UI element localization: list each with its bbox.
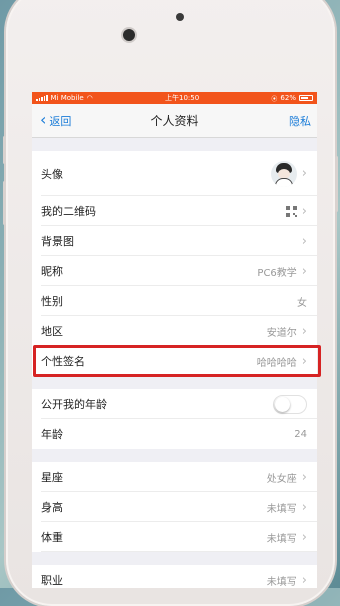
zodiac-value: 处女座 xyxy=(266,473,297,485)
region-label: 地区 xyxy=(41,325,63,338)
battery-icon xyxy=(298,95,313,101)
wifi-icon: ◠ xyxy=(86,94,93,102)
side-button xyxy=(335,156,338,212)
avatar xyxy=(270,160,297,187)
gender-value: 女 xyxy=(297,297,307,309)
height-label: 身高 xyxy=(41,501,63,514)
zodiac-label: 星座 xyxy=(41,471,63,484)
app-screen: Mi Mobile ◠ 上午10:50 ⦿ 62% ‹ 返回 个人资料 隐私 头… xyxy=(32,92,317,588)
chevron-right-icon: › xyxy=(301,469,307,485)
page-title: 个人资料 xyxy=(150,114,199,128)
zodiac-row[interactable]: 星座 处女座 › xyxy=(32,462,317,492)
speaker-dot xyxy=(176,13,184,21)
signature-value: 哈哈哈哈 xyxy=(256,357,297,369)
region-row[interactable]: 地区 安道尔 › xyxy=(32,316,317,346)
carrier-name: Mi Mobile xyxy=(50,94,84,102)
chevron-right-icon: › xyxy=(301,263,307,279)
weight-row[interactable]: 体重 未填写 › xyxy=(32,522,317,552)
chevron-right-icon: › xyxy=(301,203,307,219)
chevron-right-icon: › xyxy=(301,499,307,515)
avatar-label: 头像 xyxy=(41,167,63,181)
back-label: 返回 xyxy=(49,114,72,128)
public-age-toggle[interactable] xyxy=(273,394,307,414)
background-row[interactable]: 背景图 › xyxy=(32,226,317,256)
public-age-label: 公开我的年龄 xyxy=(41,398,107,411)
signature-row[interactable]: 个性签名 哈哈哈哈 › xyxy=(32,346,317,376)
gender-row[interactable]: 性别 女 xyxy=(32,286,317,316)
chevron-right-icon: › xyxy=(301,233,307,249)
chevron-right-icon: › xyxy=(301,353,307,369)
job-value: 未填写 xyxy=(266,576,297,588)
nickname-row[interactable]: 昵称 PC6教学 › xyxy=(32,256,317,286)
signature-label: 个性签名 xyxy=(41,355,85,368)
job-row[interactable]: 职业 未填写 › xyxy=(32,565,317,588)
nickname-value: PC6教学 xyxy=(257,267,297,279)
region-value: 安道尔 xyxy=(266,327,297,339)
back-button[interactable]: ‹ 返回 xyxy=(40,109,72,129)
age-row[interactable]: 年龄 24 xyxy=(32,419,317,449)
chevron-right-icon: › xyxy=(301,323,307,339)
battery-percent: 62% xyxy=(280,94,296,102)
nav-bar: ‹ 返回 个人资料 隐私 xyxy=(32,104,317,138)
height-row[interactable]: 身高 未填写 › xyxy=(32,492,317,522)
job-label: 职业 xyxy=(41,574,63,587)
qr-code-icon xyxy=(285,205,297,217)
details-group: 星座 处女座 › 身高 未填写 › 体重 未填写 › xyxy=(32,462,317,552)
gender-label: 性别 xyxy=(41,295,63,308)
side-button xyxy=(3,136,6,164)
qr-code-row[interactable]: 我的二维码 › xyxy=(32,196,317,226)
signal-icon xyxy=(36,95,48,101)
status-bar: Mi Mobile ◠ 上午10:50 ⦿ 62% xyxy=(32,92,317,104)
chevron-left-icon: ‹ xyxy=(40,109,47,129)
privacy-button[interactable]: 隐私 xyxy=(289,113,311,129)
height-value: 未填写 xyxy=(266,503,297,515)
job-group: 职业 未填写 › xyxy=(32,565,317,588)
background-label: 背景图 xyxy=(41,235,74,248)
age-group: 公开我的年龄 年龄 24 xyxy=(32,389,317,449)
avatar-row[interactable]: 头像 › xyxy=(32,151,317,196)
weight-label: 体重 xyxy=(41,531,63,544)
front-camera xyxy=(123,29,135,41)
nickname-label: 昵称 xyxy=(41,265,63,278)
chevron-right-icon: › xyxy=(301,166,307,181)
chevron-right-icon: › xyxy=(301,529,307,545)
weight-value: 未填写 xyxy=(266,533,297,545)
alarm-icon: ⦿ xyxy=(271,95,278,103)
chevron-right-icon: › xyxy=(301,572,307,588)
status-time: 上午10:50 xyxy=(165,94,200,102)
age-label: 年龄 xyxy=(41,428,63,441)
profile-group: 头像 › 我的二维码 › 背景图 › 昵称 PC6教学 › 性别 女 地区 安道… xyxy=(32,151,317,376)
age-value: 24 xyxy=(294,428,307,440)
qr-code-label: 我的二维码 xyxy=(41,205,96,218)
side-button xyxy=(3,181,6,225)
public-age-row: 公开我的年龄 xyxy=(32,389,317,419)
